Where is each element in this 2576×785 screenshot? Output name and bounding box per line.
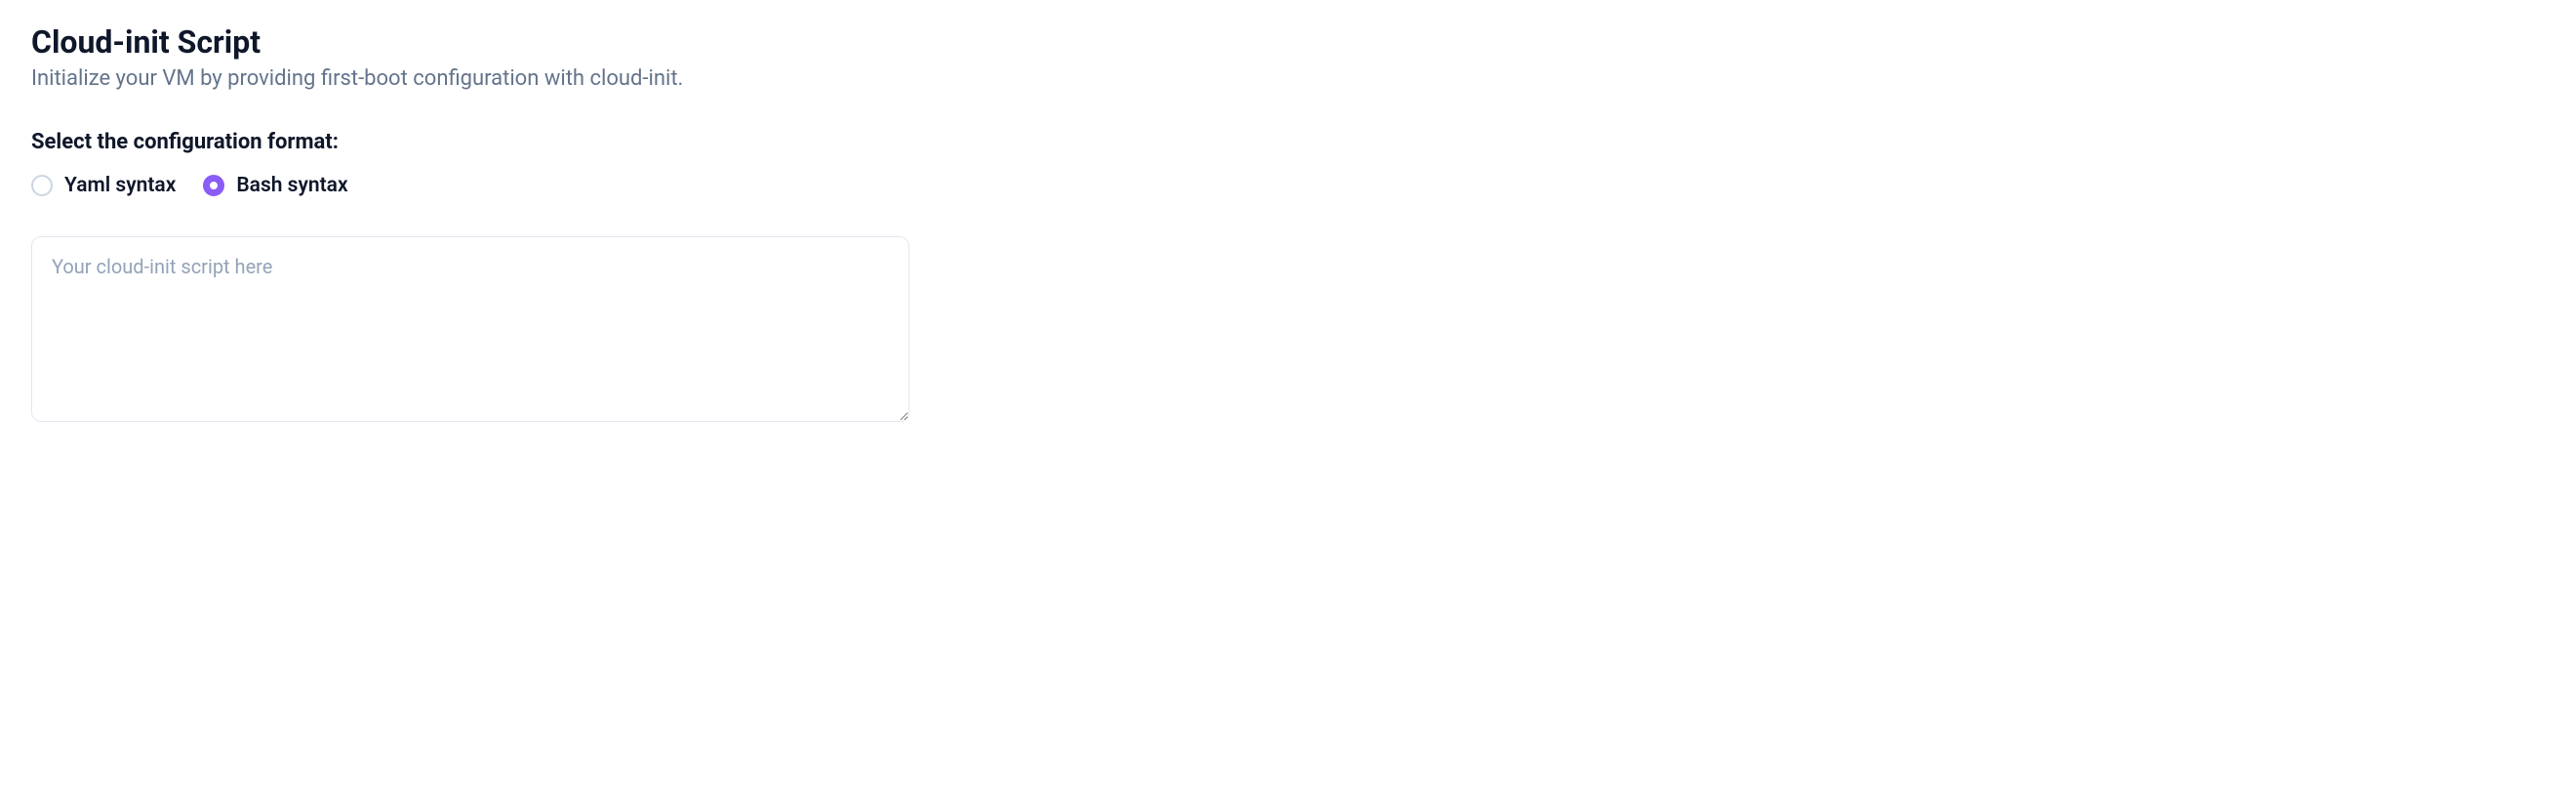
- radio-circle-icon: [203, 175, 224, 196]
- radio-yaml-syntax[interactable]: Yaml syntax: [31, 174, 176, 197]
- format-radio-group: Yaml syntax Bash syntax: [31, 174, 909, 197]
- radio-label-yaml: Yaml syntax: [64, 174, 176, 197]
- cloud-init-script-textarea[interactable]: [31, 236, 909, 422]
- section-title: Cloud-init Script: [31, 23, 909, 61]
- section-description: Initialize your VM by providing first-bo…: [31, 66, 909, 91]
- radio-label-bash: Bash syntax: [236, 174, 347, 197]
- radio-circle-icon: [31, 175, 53, 196]
- format-label: Select the configuration format:: [31, 130, 909, 154]
- radio-bash-syntax[interactable]: Bash syntax: [203, 174, 347, 197]
- cloud-init-section: Cloud-init Script Initialize your VM by …: [31, 23, 909, 426]
